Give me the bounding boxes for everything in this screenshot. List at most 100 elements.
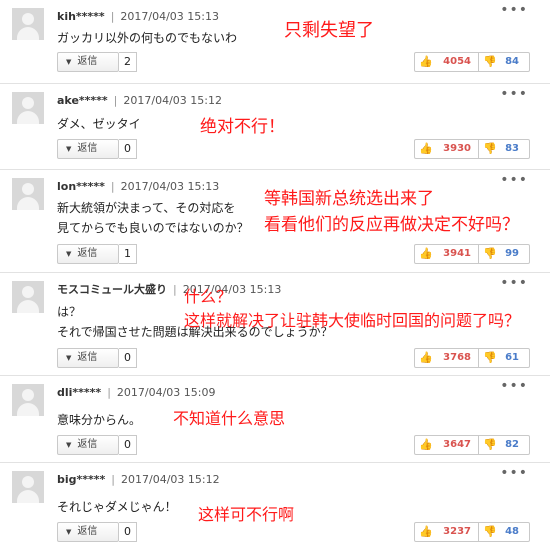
reply-button[interactable]: ▼ 返信 — [57, 52, 119, 72]
caret-down-icon: ▼ — [66, 250, 72, 258]
comment-text: それじゃダメじゃん！ — [57, 497, 177, 517]
downvote-button[interactable]: 👎 48 — [479, 523, 529, 541]
vote-box: 👍 3237 👎 48 — [414, 522, 530, 542]
upvote-count: 3768 — [443, 352, 471, 363]
thumbs-up-icon: 👍 — [419, 438, 433, 451]
annotation-line: 什么？ — [184, 287, 233, 306]
comment-meta: dli***** | 2017/04/03 15:09 — [57, 385, 216, 401]
downvote-count: 83 — [505, 143, 519, 154]
annotation-line: 绝对不行！ — [200, 117, 285, 137]
comment-item: モスコミュール大盛り | 2017/04/03 15:13 ••• は？ それで帰国… — [0, 273, 550, 376]
downvote-button[interactable]: 👎 84 — [479, 53, 529, 71]
upvote-button[interactable]: 👍 4054 — [415, 53, 479, 71]
comment-text: ダメ、ゼッタイ — [57, 114, 141, 134]
timestamp: 2017/04/03 15:13 — [120, 10, 220, 23]
downvote-count: 48 — [505, 526, 519, 537]
comment-item: ake***** | 2017/04/03 15:12 ••• ダメ、ゼッタイ ▼ 返… — [0, 84, 550, 170]
comment-line: 意味分からん。 — [57, 413, 142, 427]
username[interactable]: kih***** — [57, 10, 105, 23]
comment-line: ガッカリ以外の何ものでもないわ — [57, 31, 238, 45]
avatar[interactable] — [12, 384, 44, 416]
avatar[interactable] — [12, 8, 44, 40]
reply-count: 0 — [119, 139, 137, 159]
comment-meta: lon***** | 2017/04/03 15:13 — [57, 179, 219, 195]
caret-down-icon: ▼ — [66, 441, 72, 449]
reply-count: 0 — [119, 435, 137, 455]
downvote-button[interactable]: 👎 99 — [479, 245, 529, 263]
avatar[interactable] — [12, 281, 44, 313]
caret-down-icon: ▼ — [66, 58, 72, 66]
downvote-count: 82 — [505, 439, 519, 450]
comment-item: kih***** | 2017/04/03 15:13 ••• ガッカリ以外の何もの… — [0, 0, 550, 84]
username[interactable]: lon***** — [57, 180, 105, 193]
reply-button[interactable]: ▼ 返信 — [57, 348, 119, 368]
comment-item: dli***** | 2017/04/03 15:09 ••• 意味分からん。 ▼ 返… — [0, 376, 550, 463]
upvote-button[interactable]: 👍 3941 — [415, 245, 479, 263]
vote-box: 👍 3647 👎 82 — [414, 435, 530, 455]
more-dots-icon[interactable]: ••• — [500, 378, 528, 394]
comment-meta: ake***** | 2017/04/03 15:12 — [57, 93, 222, 109]
upvote-button[interactable]: 👍 3768 — [415, 349, 479, 367]
comment-line: 見てからでも良いのではないのか？ — [57, 221, 249, 235]
more-dots-icon[interactable]: ••• — [500, 2, 528, 18]
reply-label: 返信 — [77, 439, 98, 450]
upvote-count: 3941 — [443, 248, 471, 259]
upvote-count: 3930 — [443, 143, 471, 154]
timestamp: 2017/04/03 15:12 — [123, 94, 222, 107]
annotation: 不知道什么意思 — [173, 408, 285, 430]
reply-count: 0 — [119, 348, 137, 368]
annotation-line: 不知道什么意思 — [173, 409, 286, 428]
reply-label: 返信 — [77, 526, 98, 537]
upvote-button[interactable]: 👍 3237 — [415, 523, 479, 541]
reply-count: 0 — [119, 522, 137, 542]
upvote-count: 3647 — [443, 439, 471, 450]
caret-down-icon: ▼ — [66, 145, 72, 153]
annotation-line: 等韩国新总统选出来了 — [264, 189, 434, 209]
username[interactable]: dli***** — [57, 386, 101, 399]
comment-feed: kih***** | 2017/04/03 15:13 ••• ガッカリ以外の何もの… — [0, 0, 550, 554]
downvote-button[interactable]: 👎 82 — [479, 436, 529, 454]
avatar[interactable] — [12, 471, 44, 503]
thumbs-up-icon: 👍 — [419, 351, 433, 364]
vote-box: 👍 3930 👎 83 — [414, 139, 530, 159]
thumbs-down-icon: 👎 — [483, 247, 497, 260]
vote-box: 👍 3941 👎 99 — [414, 244, 530, 264]
annotation-line: 只剩失望了 — [284, 20, 374, 41]
annotation: 只剩失望了 — [284, 20, 374, 42]
more-dots-icon[interactable]: ••• — [500, 465, 528, 481]
comment-text: ガッカリ以外の何ものでもないわ — [57, 28, 237, 48]
meta-separator: | — [107, 386, 111, 399]
upvote-button[interactable]: 👍 3930 — [415, 140, 479, 158]
username[interactable]: big***** — [57, 473, 105, 486]
downvote-button[interactable]: 👎 83 — [479, 140, 529, 158]
username[interactable]: ake***** — [57, 94, 108, 107]
annotation: 等韩国新总统选出来了 看看他们的反应再做决定不好吗？ — [264, 186, 519, 238]
username[interactable]: モスコミュール大盛り — [57, 283, 167, 296]
comment-text: 新大統領が決まって、その対応を 見てからでも良いのではないのか？ — [57, 198, 249, 238]
timestamp: 2017/04/03 15:13 — [120, 180, 220, 193]
upvote-count: 4054 — [443, 56, 471, 67]
annotation: 什么？ 这样就解决了让驻韩大使临时回国的问题了吗？ — [184, 285, 520, 333]
reply-label: 返信 — [77, 56, 98, 67]
caret-down-icon: ▼ — [66, 528, 72, 536]
reply-button[interactable]: ▼ 返信 — [57, 522, 119, 542]
annotation: 这样可不行啊 — [198, 504, 294, 526]
downvote-button[interactable]: 👎 61 — [479, 349, 529, 367]
meta-separator: | — [173, 283, 177, 296]
avatar[interactable] — [12, 92, 44, 124]
avatar[interactable] — [12, 178, 44, 210]
meta-separator: | — [110, 180, 115, 193]
reply-button[interactable]: ▼ 返信 — [57, 139, 119, 159]
more-dots-icon[interactable]: ••• — [500, 86, 528, 102]
comment-meta: big***** | 2017/04/03 15:12 — [57, 472, 220, 488]
thumbs-up-icon: 👍 — [419, 525, 433, 538]
reply-button[interactable]: ▼ 返信 — [57, 244, 119, 264]
upvote-button[interactable]: 👍 3647 — [415, 436, 479, 454]
thumbs-down-icon: 👎 — [483, 142, 497, 155]
reply-count: 2 — [119, 52, 137, 72]
reply-button[interactable]: ▼ 返信 — [57, 435, 119, 455]
reply-count: 1 — [119, 244, 137, 264]
vote-box: 👍 3768 👎 61 — [414, 348, 530, 368]
comment-item: big***** | 2017/04/03 15:12 ••• それじゃダメじゃん！… — [0, 463, 550, 554]
annotation-line: 看看他们的反应再做决定不好吗？ — [264, 215, 519, 235]
